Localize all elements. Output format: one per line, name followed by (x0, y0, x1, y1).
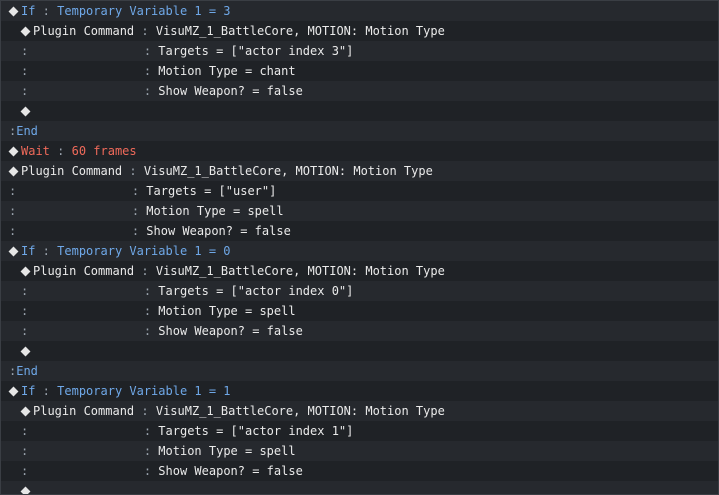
command-keyword: End (16, 364, 38, 378)
command-separator: : (35, 384, 58, 398)
command-text: Show Weapon? = false (158, 324, 303, 338)
command-text: Motion Type = spell (158, 304, 296, 318)
event-command-row[interactable]: : : Show Weapon? = false (1, 461, 718, 481)
continuation-padding (28, 444, 136, 458)
command-text: VisuMZ_1_BattleCore, MOTION: Motion Type (155, 24, 445, 38)
continuation-padding (16, 184, 124, 198)
event-command-row[interactable]: : : Motion Type = chant (1, 61, 718, 81)
command-keyword: Plugin Command (33, 404, 135, 418)
command-separator: : (136, 464, 159, 478)
event-command-row[interactable]: Plugin Command : VisuMZ_1_BattleCore, MO… (1, 161, 718, 181)
continuation-padding (28, 324, 136, 338)
event-command-row[interactable]: If : Temporary Variable 1 = 1 (1, 381, 718, 401)
command-keyword: If (21, 4, 36, 18)
command-text: VisuMZ_1_BattleCore, MOTION: Motion Type (155, 404, 445, 418)
event-command-list[interactable]: If : Temporary Variable 1 = 3 Plugin Comm… (0, 0, 719, 495)
command-separator: : (35, 244, 58, 258)
event-command-row[interactable]: : : Show Weapon? = false (1, 81, 718, 101)
event-command-row[interactable]: : : Motion Type = spell (1, 201, 718, 221)
continuation-padding (28, 44, 136, 58)
event-command-row[interactable]: Wait : 60 frames (1, 141, 718, 161)
continuation-padding (28, 464, 136, 478)
event-command-row[interactable]: : : Motion Type = spell (1, 301, 718, 321)
event-command-row[interactable]: If : Temporary Variable 1 = 3 (1, 1, 718, 21)
command-text: Targets = ["actor index 1"] (158, 424, 354, 438)
command-text: Temporary Variable 1 = 0 (57, 244, 231, 258)
command-text: Temporary Variable 1 = 1 (57, 384, 231, 398)
command-separator: : (134, 404, 156, 418)
command-text: Targets = ["actor index 0"] (158, 284, 354, 298)
event-command-row[interactable] (1, 481, 718, 494)
command-text: VisuMZ_1_BattleCore, MOTION: Motion Type (155, 264, 445, 278)
command-separator: : (49, 144, 72, 158)
command-diamond-icon (20, 486, 31, 494)
command-separator: : (124, 224, 147, 238)
command-diamond-icon (8, 246, 19, 257)
event-command-row[interactable]: Plugin Command : VisuMZ_1_BattleCore, MO… (1, 261, 718, 281)
command-text: VisuMZ_1_BattleCore, MOTION: Motion Type (143, 164, 433, 178)
command-diamond-icon (8, 6, 19, 17)
continuation-padding (28, 284, 136, 298)
command-diamond-icon (8, 146, 19, 157)
command-text: Temporary Variable 1 = 3 (57, 4, 231, 18)
command-separator: : (136, 84, 159, 98)
event-command-row[interactable]: Plugin Command : VisuMZ_1_BattleCore, MO… (1, 401, 718, 421)
command-text: Motion Type = spell (146, 204, 284, 218)
command-keyword: If (21, 244, 36, 258)
event-command-row[interactable] (1, 101, 718, 121)
command-separator: : (35, 4, 58, 18)
event-command-row[interactable]: : : Targets = ["actor index 0"] (1, 281, 718, 301)
command-separator: : (134, 24, 156, 38)
command-separator: : (136, 284, 159, 298)
event-command-row[interactable]: : : Targets = ["user"] (1, 181, 718, 201)
command-keyword: Plugin Command (21, 164, 123, 178)
command-text: Show Weapon? = false (158, 464, 303, 478)
command-keyword: End (16, 124, 38, 138)
command-keyword: Wait (21, 144, 50, 158)
command-text: 60 frames (71, 144, 137, 158)
command-diamond-icon (8, 166, 19, 177)
command-diamond-icon (8, 386, 19, 397)
command-diamond-icon (20, 26, 31, 37)
command-separator: : (136, 424, 159, 438)
command-text: Targets = ["actor index 3"] (158, 44, 354, 58)
continuation-padding (28, 84, 136, 98)
command-text: Show Weapon? = false (158, 84, 303, 98)
command-text: Motion Type = chant (158, 64, 296, 78)
command-separator: : (122, 164, 144, 178)
command-separator: : (136, 44, 159, 58)
command-separator: : (124, 204, 147, 218)
event-command-row[interactable]: : : Show Weapon? = false (1, 321, 718, 341)
event-command-row[interactable]: If : Temporary Variable 1 = 0 (1, 241, 718, 261)
command-diamond-icon (20, 346, 31, 357)
command-separator: : (136, 324, 159, 338)
event-command-row[interactable]: : : Targets = ["actor index 3"] (1, 41, 718, 61)
event-command-row[interactable]: : : Show Weapon? = false (1, 221, 718, 241)
event-command-row[interactable]: : : Targets = ["actor index 1"] (1, 421, 718, 441)
command-keyword: Plugin Command (33, 24, 135, 38)
command-separator: : (136, 444, 159, 458)
command-separator: : (124, 184, 147, 198)
command-diamond-icon (20, 406, 31, 417)
command-diamond-icon (20, 266, 31, 277)
event-command-row[interactable]: :End (1, 121, 718, 141)
event-command-row[interactable]: :End (1, 361, 718, 381)
continuation-padding (28, 304, 136, 318)
command-diamond-icon (20, 106, 31, 117)
command-text: Targets = ["user"] (146, 184, 277, 198)
continuation-padding (16, 224, 124, 238)
continuation-padding (28, 424, 136, 438)
command-separator: : (136, 304, 159, 318)
event-command-row[interactable]: Plugin Command : VisuMZ_1_BattleCore, MO… (1, 21, 718, 41)
event-command-row[interactable]: : : Motion Type = spell (1, 441, 718, 461)
command-keyword: If (21, 384, 36, 398)
command-keyword: Plugin Command (33, 264, 135, 278)
continuation-padding (28, 64, 136, 78)
command-text: Motion Type = spell (158, 444, 296, 458)
event-command-row[interactable] (1, 341, 718, 361)
command-separator: : (136, 64, 159, 78)
continuation-padding (16, 204, 124, 218)
command-text: Show Weapon? = false (146, 224, 291, 238)
command-separator: : (134, 264, 156, 278)
